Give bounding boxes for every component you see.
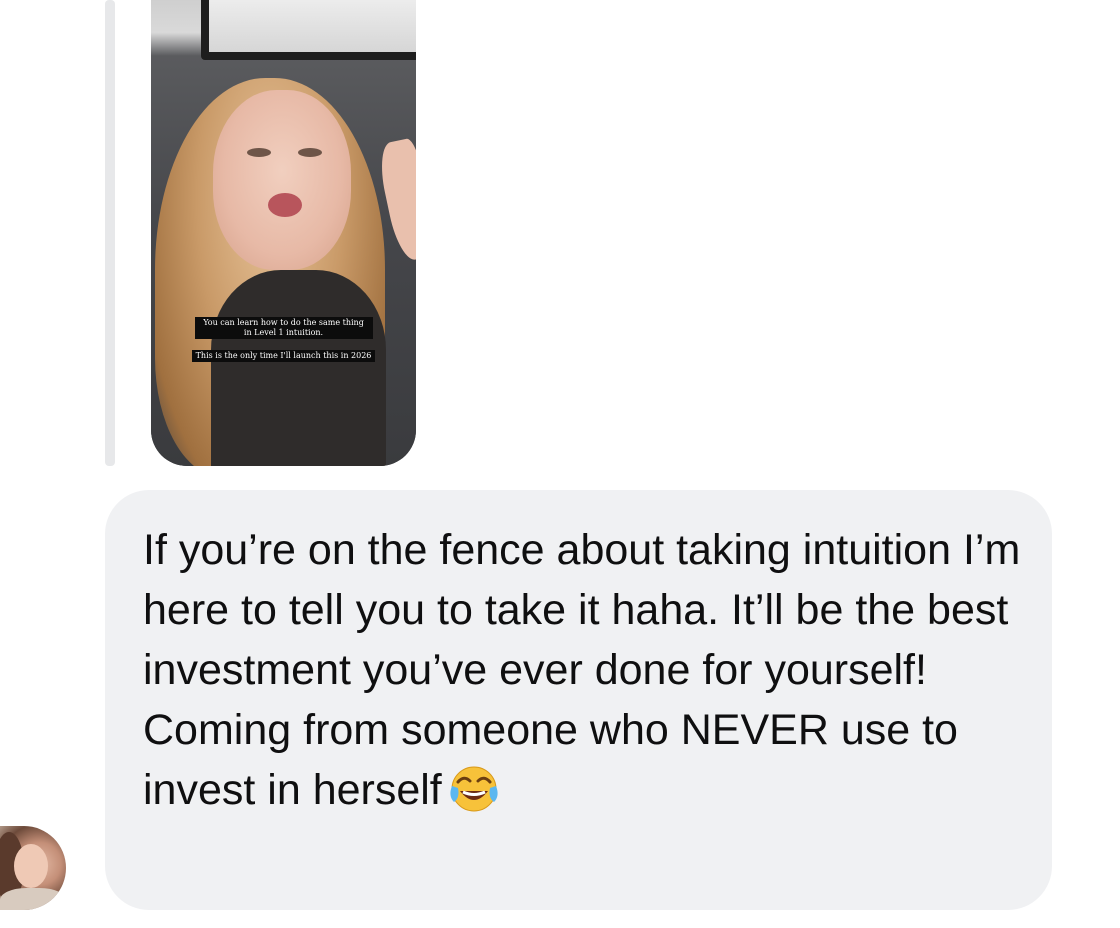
face-with-tears-of-joy-icon: [450, 766, 498, 812]
sender-avatar[interactable]: [0, 826, 66, 910]
message-bubble[interactable]: If you’re on the fence about taking intu…: [105, 490, 1052, 910]
story-caption-2: This is the only time I'll launch this i…: [151, 350, 416, 362]
reply-quote-bar: [105, 0, 115, 466]
story-reply-thumbnail[interactable]: You can learn how to do the same thing i…: [151, 0, 416, 466]
story-caption-1: You can learn how to do the same thing i…: [151, 317, 416, 339]
message-text: If you’re on the fence about taking intu…: [143, 526, 1021, 814]
